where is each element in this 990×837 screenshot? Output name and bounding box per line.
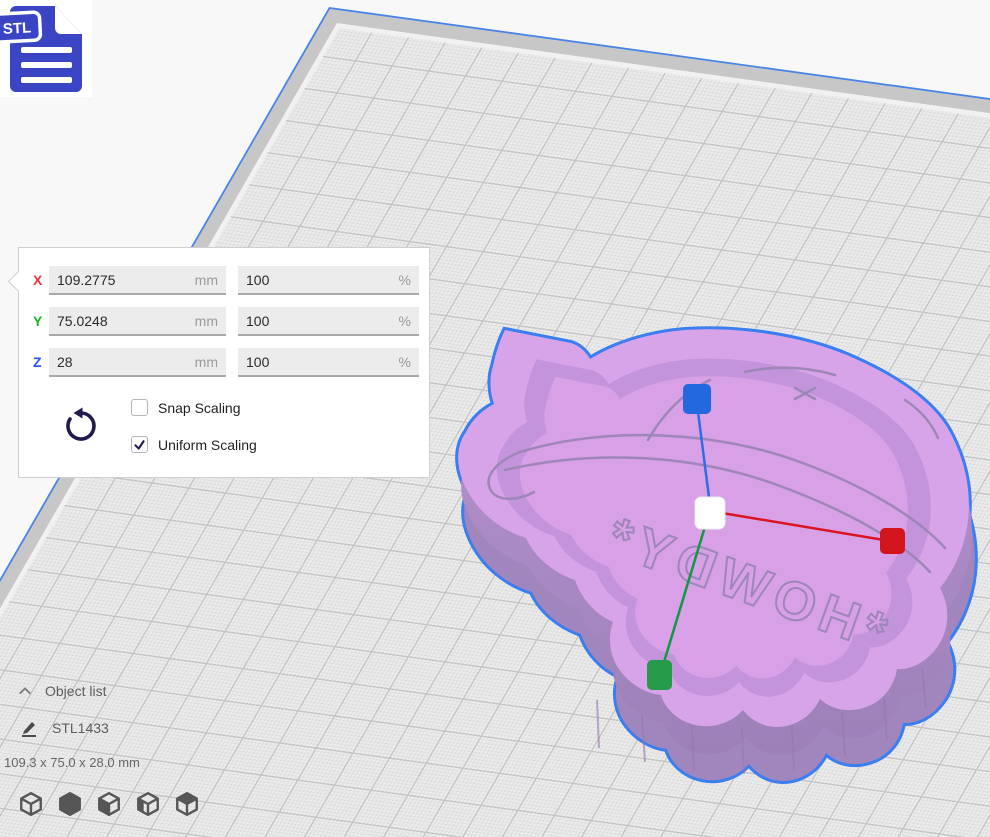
chevron-up-icon bbox=[18, 686, 32, 696]
uniform-scaling-row: Uniform Scaling bbox=[131, 436, 257, 453]
model-dimensions-label: 109.3 x 75.0 x 28.0 mm bbox=[4, 755, 140, 770]
axis-z-label: Z bbox=[33, 354, 42, 370]
pencil-icon bbox=[20, 719, 38, 737]
stl-badge-label: STL bbox=[2, 19, 31, 37]
scale-handle-y[interactable] bbox=[647, 660, 672, 690]
scale-y-mm-value: 75.0248 bbox=[57, 313, 108, 329]
scale-row-z: Z 28 mm 100 % bbox=[19, 348, 429, 377]
scale-y-mm-unit: mm bbox=[195, 313, 218, 329]
scale-handle-uniform[interactable] bbox=[695, 497, 725, 529]
scale-x-mm-input[interactable]: 109.2775 mm bbox=[49, 266, 226, 295]
view-top-button[interactable] bbox=[96, 791, 122, 817]
scale-z-percent-unit: % bbox=[399, 354, 411, 370]
reset-scale-button[interactable] bbox=[61, 404, 101, 446]
object-list-toggle[interactable]: Object list bbox=[18, 683, 106, 699]
scale-x-percent-value: 100 bbox=[246, 272, 269, 288]
scale-z-percent-value: 100 bbox=[246, 354, 269, 370]
scale-x-mm-unit: mm bbox=[195, 272, 218, 288]
scale-z-mm-input[interactable]: 28 mm bbox=[49, 348, 226, 377]
object-list-header-label: Object list bbox=[45, 683, 106, 699]
scale-x-percent-input[interactable]: 100 % bbox=[238, 266, 419, 295]
snap-scaling-label: Snap Scaling bbox=[158, 400, 241, 416]
stl-document-icon: STL bbox=[0, 0, 92, 97]
checkmark-icon bbox=[133, 438, 146, 451]
uniform-scaling-checkbox[interactable] bbox=[131, 436, 148, 453]
axis-y-label: Y bbox=[33, 313, 42, 329]
scale-y-percent-value: 100 bbox=[246, 313, 269, 329]
viewport: *HOWDY* STL X bbox=[0, 0, 990, 837]
object-list-item-name: STL1433 bbox=[52, 720, 109, 736]
scale-handle-x[interactable] bbox=[880, 528, 905, 554]
scale-z-mm-unit: mm bbox=[195, 354, 218, 370]
scale-z-percent-input[interactable]: 100 % bbox=[238, 348, 419, 377]
snap-scaling-row: Snap Scaling bbox=[131, 399, 241, 416]
view-front-button[interactable] bbox=[57, 791, 83, 817]
view-right-side-button[interactable] bbox=[174, 791, 200, 817]
scale-y-percent-input[interactable]: 100 % bbox=[238, 307, 419, 336]
view-3d-button[interactable] bbox=[18, 791, 44, 817]
scale-row-y: Y 75.0248 mm 100 % bbox=[19, 307, 429, 336]
scale-y-percent-unit: % bbox=[399, 313, 411, 329]
scale-z-mm-value: 28 bbox=[57, 354, 73, 370]
scale-y-mm-input[interactable]: 75.0248 mm bbox=[49, 307, 226, 336]
scale-x-mm-value: 109.2775 bbox=[57, 272, 115, 288]
folded-corner bbox=[55, 6, 82, 34]
snap-scaling-checkbox[interactable] bbox=[131, 399, 148, 416]
uniform-scaling-label: Uniform Scaling bbox=[158, 437, 257, 453]
scale-tool-panel: X 109.2775 mm 100 % Y 75.0248 mm 100 % Z bbox=[18, 247, 430, 478]
object-list-item[interactable]: STL1433 bbox=[20, 719, 109, 737]
axis-x-label: X bbox=[33, 272, 42, 288]
view-left-side-button[interactable] bbox=[135, 791, 161, 817]
scale-row-x: X 109.2775 mm 100 % bbox=[19, 266, 429, 295]
scale-x-percent-unit: % bbox=[399, 272, 411, 288]
camera-view-toolbar bbox=[18, 791, 200, 817]
stl-file-icon: STL bbox=[0, 0, 92, 97]
scale-handle-z[interactable] bbox=[683, 384, 711, 414]
